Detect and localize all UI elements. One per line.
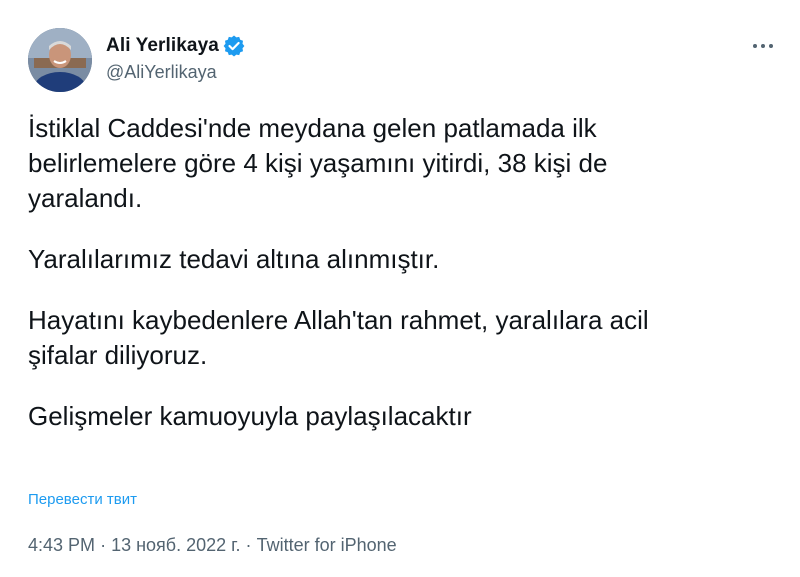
meta-separator: · <box>100 535 107 555</box>
display-name[interactable]: Ali Yerlikaya <box>106 35 219 57</box>
more-dot-icon <box>769 44 773 48</box>
user-handle[interactable]: @AliYerlikaya <box>106 62 245 83</box>
more-dot-icon <box>761 44 765 48</box>
tweet-source[interactable]: Twitter for iPhone <box>257 535 397 555</box>
tweet-time[interactable]: 4:43 PM <box>28 535 95 555</box>
tweet-paragraph: İstiklal Caddesi'nde meydana gelen patla… <box>28 113 608 213</box>
tweet-paragraph: Gelişmeler kamuoyuyla paylaşılacaktır <box>28 401 472 431</box>
tweet-paragraph: Yaralılarımız tedavi altına alınmıştır. <box>28 244 440 274</box>
more-options-button[interactable] <box>748 34 778 58</box>
tweet-paragraph: Hayatını kaybedenlere Allah'tan rahmet, … <box>28 305 649 370</box>
tweet-card: Ali Yerlikaya @AliYerlikaya İstiklal Cad… <box>0 0 800 577</box>
tweet-text: İstiklal Caddesi'nde meydana gelen patla… <box>28 111 778 434</box>
translate-tweet-link[interactable]: Перевести твит <box>28 491 137 508</box>
more-dot-icon <box>753 44 757 48</box>
meta-separator: · <box>245 535 252 555</box>
profile-photo-icon <box>28 28 92 92</box>
tweet-metadata: 4:43 PM · 13 нояб. 2022 г. · Twitter for… <box>28 535 397 556</box>
tweet-date[interactable]: 13 нояб. 2022 г. <box>111 535 240 555</box>
author-names: Ali Yerlikaya @AliYerlikaya <box>106 34 245 83</box>
avatar[interactable] <box>28 28 92 92</box>
verified-badge-icon <box>223 35 245 57</box>
tweet-header: Ali Yerlikaya @AliYerlikaya <box>28 24 778 94</box>
